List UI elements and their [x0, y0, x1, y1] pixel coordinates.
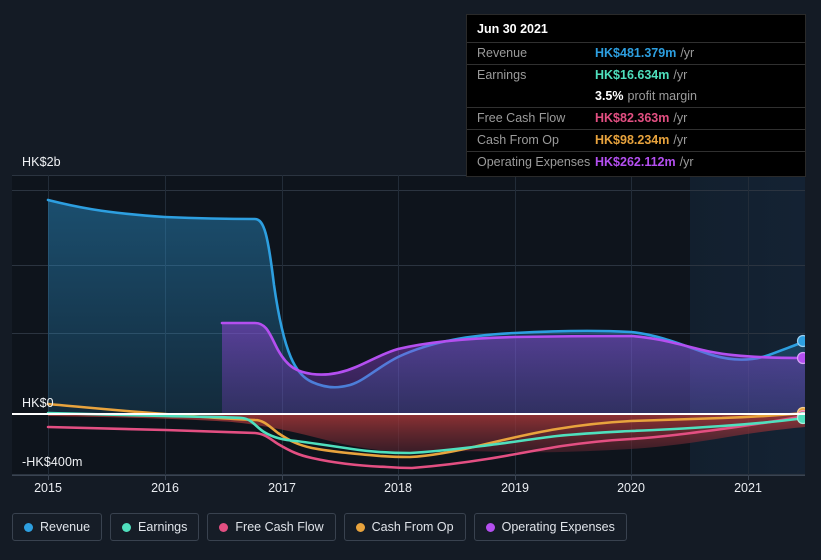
- legend-label-earnings: Earnings: [138, 520, 188, 534]
- tooltip-label-revenue: Revenue: [477, 46, 528, 60]
- tooltip-label-earnings: Earnings: [477, 68, 527, 82]
- tooltip-unit-earnings: /yr: [673, 68, 688, 82]
- x-tick-2017: [282, 475, 283, 480]
- tooltip-unit-free-cash-flow: /yr: [673, 111, 688, 125]
- tooltip-value-operating-expenses: HK$262.112m: [595, 155, 676, 169]
- legend-dot-operating-expenses-icon: [485, 522, 495, 532]
- tooltip-text-profit-margin: profit margin: [627, 89, 697, 103]
- tooltip-value-cash-from-op: HK$98.234m: [595, 133, 670, 147]
- x-tick-2021: [748, 475, 749, 480]
- data-tooltip: Jun 30 2021 Revenue HK$481.379m /yr Earn…: [466, 14, 806, 177]
- operating-expenses-endpoint-dot: [796, 351, 805, 365]
- legend-label-cash-from-op: Cash From Op: [371, 520, 454, 534]
- tooltip-label-free-cash-flow: Free Cash Flow: [477, 111, 566, 125]
- legend-item-free-cash-flow[interactable]: Free Cash Flow: [207, 513, 336, 541]
- financial-chart-screenshot: HK$2b HK$0 -HK$400m 2015 2016 2017 2018 …: [0, 0, 821, 560]
- legend-dot-free-cash-flow-icon: [219, 522, 229, 532]
- chart-legend: Revenue Earnings Free Cash Flow Cash Fro…: [12, 513, 627, 541]
- x-axis-label-2018: 2018: [384, 481, 412, 495]
- x-axis-label-2016: 2016: [151, 481, 179, 495]
- chart-plot-area: [12, 175, 805, 475]
- legend-item-cash-from-op[interactable]: Cash From Op: [343, 513, 466, 541]
- legend-item-operating-expenses[interactable]: Operating Expenses: [473, 513, 627, 541]
- tooltip-date: Jun 30 2021: [477, 22, 548, 36]
- zero-baseline: [12, 413, 805, 415]
- legend-dot-revenue-icon: [24, 522, 33, 532]
- x-axis-label-2021: 2021: [734, 481, 762, 495]
- x-axis-line: [12, 475, 805, 476]
- tooltip-row-operating-expenses: Operating Expenses HK$262.112m /yr: [467, 151, 805, 173]
- y-axis-label-bottom: -HK$400m: [22, 455, 83, 469]
- legend-dot-earnings-icon: [122, 522, 132, 532]
- legend-dot-cash-from-op-icon: [355, 522, 365, 532]
- legend-label-operating-expenses: Operating Expenses: [501, 520, 615, 534]
- x-axis-label-2015: 2015: [34, 481, 62, 495]
- x-tick-2020: [631, 475, 632, 480]
- x-tick-2016: [165, 475, 166, 480]
- tooltip-row-profit-margin: 3.5% profit margin: [467, 86, 805, 107]
- tooltip-row-earnings: Earnings HK$16.634m /yr: [467, 64, 805, 86]
- legend-item-revenue[interactable]: Revenue: [12, 513, 103, 541]
- tooltip-label-operating-expenses: Operating Expenses: [477, 155, 591, 169]
- tooltip-value-profit-margin: 3.5%: [595, 89, 624, 103]
- y-axis-label-zero: HK$0: [22, 396, 54, 410]
- tooltip-label-cash-from-op: Cash From Op: [477, 133, 559, 147]
- tooltip-unit-operating-expenses: /yr: [679, 155, 694, 169]
- tooltip-row-revenue: Revenue HK$481.379m /yr: [467, 42, 805, 64]
- tooltip-unit-cash-from-op: /yr: [673, 133, 688, 147]
- x-tick-2015: [48, 475, 49, 480]
- legend-label-free-cash-flow: Free Cash Flow: [235, 520, 324, 534]
- tooltip-unit-revenue: /yr: [680, 46, 695, 60]
- y-axis-label-top: HK$2b: [22, 155, 61, 169]
- tooltip-value-free-cash-flow: HK$82.363m: [595, 111, 670, 125]
- revenue-endpoint-dot: [796, 334, 805, 348]
- x-axis-label-2017: 2017: [268, 481, 296, 495]
- tooltip-row-free-cash-flow: Free Cash Flow HK$82.363m /yr: [467, 107, 805, 129]
- legend-label-revenue: Revenue: [40, 520, 91, 534]
- tooltip-value-revenue: HK$481.379m: [595, 46, 677, 60]
- tooltip-row-cash-from-op: Cash From Op HK$98.234m /yr: [467, 129, 805, 151]
- x-axis-label-2019: 2019: [501, 481, 529, 495]
- legend-item-earnings[interactable]: Earnings: [110, 513, 200, 541]
- x-tick-2019: [515, 475, 516, 480]
- x-tick-2018: [398, 475, 399, 480]
- chart-series-svg: [46, 198, 805, 470]
- x-axis-label-2020: 2020: [617, 481, 645, 495]
- tooltip-value-earnings: HK$16.634m: [595, 68, 670, 82]
